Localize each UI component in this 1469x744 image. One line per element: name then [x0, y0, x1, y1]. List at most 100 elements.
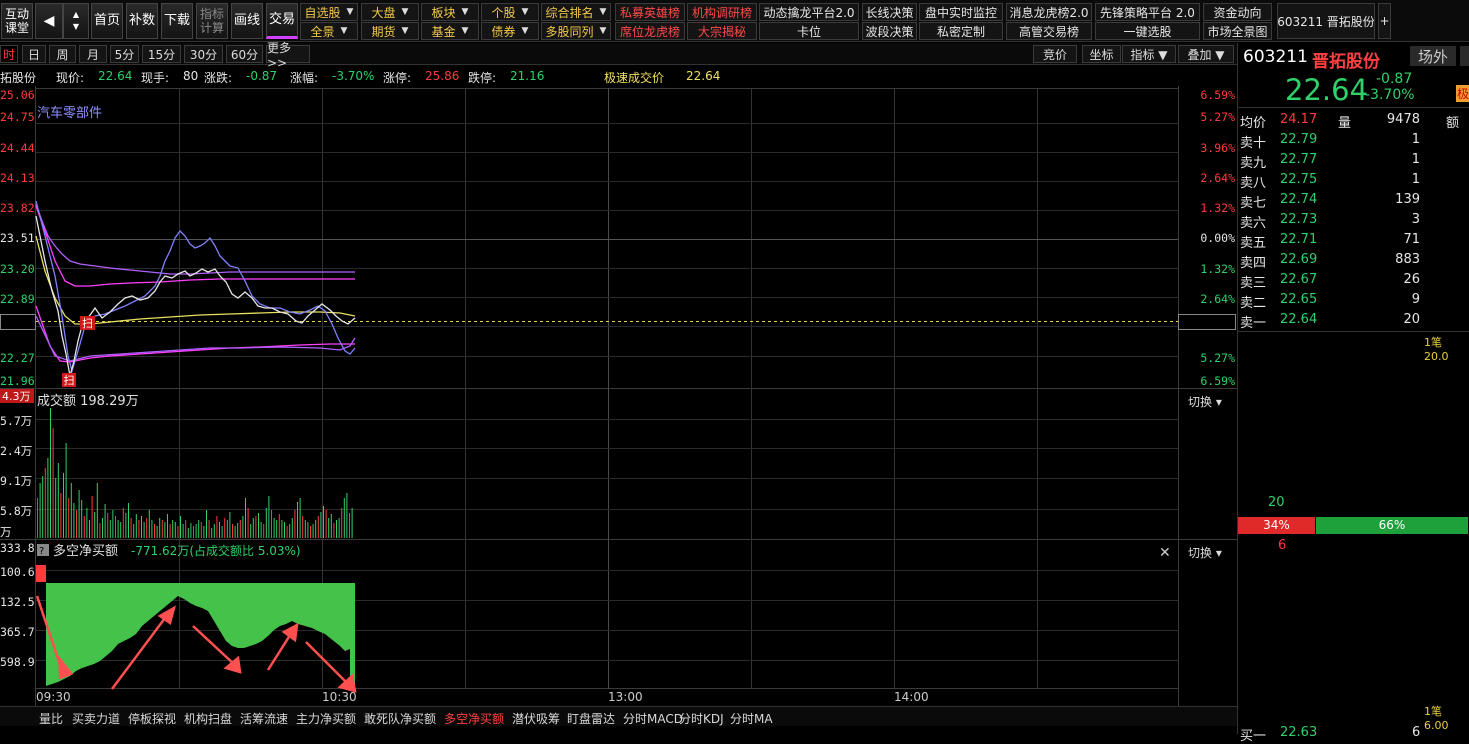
ask-row[interactable]: 卖一 22.64 20: [1240, 310, 1469, 331]
menu-row1-item[interactable]: 大盘 ▼: [361, 3, 419, 21]
netbuy-switch-button[interactable]: 切换 ▾: [1188, 544, 1222, 561]
menu-row2-item[interactable]: 高管交易榜: [1006, 22, 1092, 40]
supplement-data-button[interactable]: 补数: [126, 3, 158, 39]
ask-label: 卖五: [1240, 236, 1267, 251]
indicator-tab[interactable]: 量比: [39, 710, 63, 727]
menu-row1-item[interactable]: 机构调研榜: [687, 3, 757, 21]
indicator-tab[interactable]: 分时MACD: [623, 710, 683, 727]
menu-row2-item[interactable]: 全景 ▼: [300, 22, 358, 40]
menu-row2-item[interactable]: 大宗揭秘: [687, 22, 757, 40]
menu-row2-item[interactable]: 一键选股: [1095, 22, 1200, 40]
menu-row1-item[interactable]: 资金动向: [1203, 3, 1272, 21]
netbuy-title: 多空净买额: [53, 543, 118, 559]
volume-bar: [219, 522, 220, 538]
menu-row1-item[interactable]: 动态擒龙平台2.0: [759, 3, 859, 21]
chart-tool-button[interactable]: 叠加 ▼: [1178, 45, 1234, 63]
indicator-tab[interactable]: 敢死队净买额: [364, 710, 436, 727]
scroll-arrows[interactable]: ▲ ▼: [63, 3, 89, 39]
ask-row[interactable]: 卖九 22.77 1: [1240, 150, 1469, 171]
indicator-tab[interactable]: 主力净买额: [296, 710, 356, 727]
close-icon[interactable]: ✕: [1159, 545, 1171, 561]
intraday-chart[interactable]: 扫 扫 汽车零部件 成交额 198.29万 4.3万 ? 多空净买额 -771.…: [0, 86, 1237, 706]
volume-bar: [255, 516, 257, 538]
indicator-tab[interactable]: 分时KDJ: [679, 710, 724, 727]
menu-row2-item[interactable]: 波段决策: [862, 22, 917, 40]
indicator-tab[interactable]: 潜伏吸筹: [512, 710, 560, 727]
interactive-class-button[interactable]: 互动 课堂: [1, 3, 33, 39]
volume-bar: [122, 508, 124, 538]
period-tab[interactable]: 30分: [184, 45, 223, 63]
menu-row1-item[interactable]: 盘中实时监控: [919, 3, 1003, 21]
period-tab[interactable]: 月: [79, 45, 107, 63]
indicator-tab[interactable]: 买卖力道: [72, 710, 120, 727]
indicator-calc-button[interactable]: 指标 计算: [196, 3, 228, 39]
trade-button[interactable]: 交易: [266, 3, 298, 39]
stroke-top: 1笔 20.0: [1424, 336, 1449, 363]
period-tab[interactable]: 5分: [110, 45, 139, 63]
period-tab[interactable]: 时: [0, 45, 18, 63]
menu-row2-item[interactable]: 债券 ▼: [481, 22, 539, 40]
ask-row[interactable]: 卖五 22.71 71: [1240, 230, 1469, 251]
back-arrow-icon[interactable]: ◀: [35, 3, 63, 39]
menu-row2-item[interactable]: 多股同列 ▼: [541, 22, 611, 40]
period-tab[interactable]: 15分: [142, 45, 181, 63]
chart-tool-button[interactable]: 竞价: [1033, 45, 1077, 63]
help-icon[interactable]: ?: [39, 546, 44, 557]
bid-label: 买一: [1240, 729, 1267, 744]
volume-bar: [349, 513, 350, 538]
ask-row[interactable]: 卖六 22.73 3: [1240, 210, 1469, 231]
menu-row1-item[interactable]: 私募英雄榜: [615, 3, 685, 21]
menu-row1-item[interactable]: 先锋策略平台 2.0: [1095, 3, 1200, 21]
indicator-tab[interactable]: 多空净买额: [444, 710, 504, 727]
period-tab[interactable]: 周: [49, 45, 76, 63]
period-tab[interactable]: 更多>>: [266, 41, 310, 70]
menu-row2-item[interactable]: 市场全景图: [1203, 22, 1272, 40]
ask-row[interactable]: 卖八 22.75 1: [1240, 170, 1469, 191]
menu-row1-item[interactable]: 长线决策: [862, 3, 917, 21]
ask-row[interactable]: 卖七 22.74 139: [1240, 190, 1469, 211]
chevron-up-icon[interactable]: ▲: [73, 9, 79, 21]
scan-marker-1[interactable]: 扫: [80, 316, 95, 330]
volume-bar: [317, 516, 319, 538]
menu-row2-item[interactable]: 基金 ▼: [421, 22, 479, 40]
ask-row[interactable]: 卖四 22.69 883: [1240, 250, 1469, 271]
add-tab-button[interactable]: +: [1378, 3, 1391, 39]
indicator-tab[interactable]: 活筹流速: [240, 710, 288, 727]
menu-row2-item[interactable]: 期货 ▼: [361, 22, 419, 40]
volume-switch-button[interactable]: 切换 ▾: [1188, 393, 1222, 410]
indicator-tab[interactable]: 盯盘雷达: [567, 710, 615, 727]
indicator-tab[interactable]: 分时MA: [730, 710, 773, 727]
price-tick: 23.82: [0, 201, 35, 215]
venue-tag[interactable]: 场外: [1410, 46, 1456, 66]
menu-row2-item[interactable]: 私密定制: [919, 22, 1003, 40]
chart-tool-button[interactable]: 指标 ▼: [1122, 45, 1176, 63]
menu-row2-item[interactable]: 卡位: [759, 22, 859, 40]
scan-marker-label: 扫: [82, 317, 93, 330]
menu-row1-item[interactable]: 消息龙虎榜2.0: [1006, 3, 1092, 21]
menu-row1-item[interactable]: 自选股 ▼: [300, 3, 358, 21]
menu-row1-item[interactable]: 板块 ▼: [421, 3, 479, 21]
ask-row[interactable]: 卖三 22.67 26: [1240, 270, 1469, 291]
green-count: 20: [1268, 495, 1285, 510]
menu-row1-item[interactable]: 个股 ▼: [481, 3, 539, 21]
indicator-tab[interactable]: 机构扫盘: [184, 710, 232, 727]
ratio-red-bar: 34%: [1238, 517, 1315, 534]
home-button[interactable]: 首页: [91, 3, 123, 39]
menu-label: 自选股: [304, 5, 341, 20]
menu-row2-item[interactable]: 席位龙虎榜: [615, 22, 685, 40]
scan-marker-2[interactable]: 扫: [62, 373, 76, 387]
volume-bar: [185, 520, 187, 538]
chevron-down-icon[interactable]: ▼: [73, 21, 79, 33]
draw-line-button[interactable]: 画线: [231, 3, 263, 39]
chart-tool-button[interactable]: 坐标: [1082, 45, 1121, 63]
volume-bar: [135, 514, 137, 538]
ask-row[interactable]: 卖十 22.79 1: [1240, 130, 1469, 151]
menu-row1-item[interactable]: 综合排名 ▼: [541, 3, 611, 21]
download-button[interactable]: 下载: [161, 3, 193, 39]
period-tab[interactable]: 日: [22, 45, 46, 63]
stock-tab[interactable]: 603211 晋拓股份: [1277, 3, 1375, 39]
period-tab[interactable]: 60分: [226, 45, 263, 63]
ask-row[interactable]: 卖二 22.65 9: [1240, 290, 1469, 311]
volume-bar: [128, 503, 129, 538]
indicator-tab[interactable]: 停板探视: [128, 710, 176, 727]
